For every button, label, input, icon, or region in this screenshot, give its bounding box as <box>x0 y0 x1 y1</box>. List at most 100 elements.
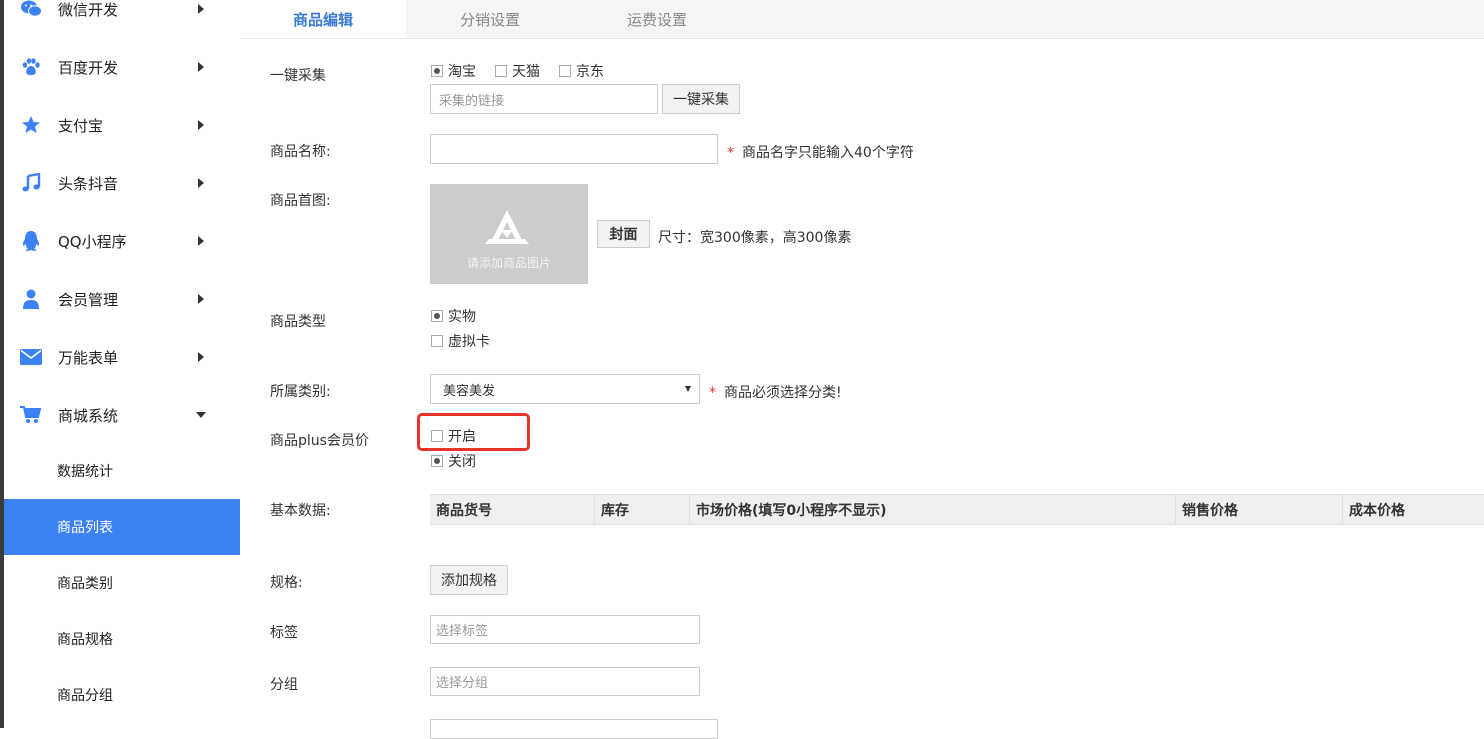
cart-icon <box>20 404 42 426</box>
paw-icon <box>20 56 42 78</box>
sidebar-subitem-label: 数据统计 <box>57 464 113 480</box>
tab-distribution-settings[interactable]: 分销设置 <box>406 0 574 38</box>
cover-size-hint: 尺寸：宽300像素，高300像素 <box>658 230 852 246</box>
tab-product-edit[interactable]: 商品编辑 <box>240 0 406 38</box>
option-label: 关闭 <box>448 454 476 470</box>
user-icon <box>20 288 42 310</box>
hint-text: 商品必须选择分类! <box>724 385 842 401</box>
basic-data-table-header: 商品货号 库存 市场价格(填写0小程序不显示) 销售价格 成本价格 <box>430 494 1484 525</box>
envelope-icon <box>20 346 42 368</box>
chevron-right-icon <box>198 178 204 188</box>
wechat-icon <box>20 0 42 20</box>
column-header-cost-price: 成本价格 <box>1349 502 1405 519</box>
chevron-right-icon <box>198 4 204 14</box>
sidebar-item-label: 百度开发 <box>58 58 119 77</box>
sidebar-subitem-label: 商品分组 <box>57 688 113 704</box>
collect-label: 一键采集 <box>270 68 326 84</box>
sidebar-subitem-stats[interactable]: 数据统计 <box>4 443 240 499</box>
cover-label: 商品首图: <box>270 193 331 209</box>
chevron-right-icon <box>198 236 204 246</box>
sidebar-subitem-label: 商品列表 <box>57 520 113 536</box>
tab-shipping-settings[interactable]: 运费设置 <box>574 0 740 38</box>
star-icon <box>20 114 42 136</box>
option-label: 实物 <box>448 309 476 325</box>
chevron-right-icon <box>198 352 204 362</box>
option-label: 淘宝 <box>448 64 476 80</box>
tag-input[interactable]: 选择标签 <box>430 615 700 644</box>
sidebar-subitem-groups[interactable]: 商品分组 <box>4 667 240 723</box>
sidebar-item-wechat[interactable]: 微信开发 <box>4 0 240 38</box>
sidebar-item-mall[interactable]: 商城系统 <box>4 386 240 444</box>
chevron-right-icon <box>198 62 204 72</box>
column-header-sku: 商品货号 <box>430 495 595 524</box>
group-label: 分组 <box>270 677 298 693</box>
radio-icon <box>431 455 443 467</box>
sidebar-item-label: 会员管理 <box>58 290 119 309</box>
chevron-down-icon <box>196 412 206 418</box>
product-type-label: 商品类型 <box>270 314 326 330</box>
sidebar-subitem-categories[interactable]: 商品类别 <box>4 555 240 611</box>
collect-button[interactable]: 一键采集 <box>662 84 740 114</box>
sidebar-subitem-specs[interactable]: 商品规格 <box>4 611 240 667</box>
sidebar-subitem-label: 商品类别 <box>57 576 113 592</box>
highlight-box <box>417 413 530 451</box>
option-label: 京东 <box>576 64 604 80</box>
sidebar-item-label: QQ小程序 <box>58 232 127 251</box>
required-star: * <box>709 385 716 401</box>
image-placeholder-icon <box>485 210 529 244</box>
option-label: 天猫 <box>512 64 540 80</box>
group-input[interactable]: 选择分组 <box>430 667 700 696</box>
category-selected-value: 美容美发 <box>443 383 496 399</box>
radio-icon <box>431 335 443 347</box>
sidebar: 微信开发 百度开发 支付宝 头条抖音 QQ小程序 会员管理 万能表单 商城系统 … <box>0 0 240 728</box>
column-header-stock: 库存 <box>595 495 690 524</box>
radio-icon <box>431 65 443 77</box>
sidebar-item-label: 万能表单 <box>58 348 119 367</box>
sidebar-item-label: 头条抖音 <box>58 174 119 193</box>
image-upload-box[interactable]: 请添加商品图片 <box>430 184 588 284</box>
music-note-icon <box>20 172 42 194</box>
sidebar-item-label: 商城系统 <box>58 406 119 425</box>
next-row-input[interactable] <box>430 719 718 739</box>
required-star: * <box>727 145 734 161</box>
radio-icon <box>495 65 507 77</box>
plus-price-label: 商品plus会员价 <box>270 433 369 449</box>
option-label: 虚拟卡 <box>448 334 490 350</box>
category-select[interactable]: 美容美发 <box>430 374 700 404</box>
sidebar-item-members[interactable]: 会员管理 <box>4 270 240 328</box>
sidebar-item-label: 微信开发 <box>58 0 119 19</box>
product-name-label: 商品名称: <box>270 144 331 160</box>
collect-option-tmall[interactable]: 天猫 <box>495 61 540 81</box>
sidebar-item-forms[interactable]: 万能表单 <box>4 328 240 386</box>
product-name-input[interactable] <box>430 134 718 164</box>
add-spec-button[interactable]: 添加规格 <box>430 565 508 595</box>
radio-icon <box>431 310 443 322</box>
column-header-market-price: 市场价格(填写0小程序不显示) <box>690 495 1176 524</box>
sidebar-item-toutiao[interactable]: 头条抖音 <box>4 154 240 212</box>
sidebar-item-label: 支付宝 <box>58 116 104 135</box>
collect-option-taobao[interactable]: 淘宝 <box>431 61 476 81</box>
spec-label: 规格: <box>270 575 303 591</box>
hint-text: 商品名字只能输入40个字符 <box>742 145 914 161</box>
sidebar-subitem-product-list[interactable]: 商品列表 <box>4 499 240 555</box>
product-name-hint: * 商品名字只能输入40个字符 <box>727 142 914 162</box>
chevron-right-icon <box>198 294 204 304</box>
category-label: 所属类别: <box>270 384 331 400</box>
plus-option-off[interactable]: 关闭 <box>431 451 476 471</box>
dropdown-arrow-icon <box>685 386 691 392</box>
sidebar-item-alipay[interactable]: 支付宝 <box>4 96 240 154</box>
type-option-physical[interactable]: 实物 <box>431 306 476 326</box>
qq-penguin-icon <box>20 230 42 252</box>
basic-data-label: 基本数据: <box>270 503 331 519</box>
cover-button[interactable]: 封面 <box>597 220 650 248</box>
image-upload-placeholder: 请添加商品图片 <box>466 256 551 270</box>
sidebar-item-baidu[interactable]: 百度开发 <box>4 38 240 96</box>
type-option-virtual-card[interactable]: 虚拟卡 <box>431 331 490 351</box>
tab-bar: 商品编辑 分销设置 运费设置 <box>240 0 1484 39</box>
collect-link-input[interactable]: 采集的链接 <box>430 84 658 114</box>
sidebar-item-qq[interactable]: QQ小程序 <box>4 212 240 270</box>
collect-option-jd[interactable]: 京东 <box>559 61 604 81</box>
tag-label: 标签 <box>270 625 298 641</box>
chevron-right-icon <box>198 120 204 130</box>
category-hint: * 商品必须选择分类! <box>709 382 842 402</box>
